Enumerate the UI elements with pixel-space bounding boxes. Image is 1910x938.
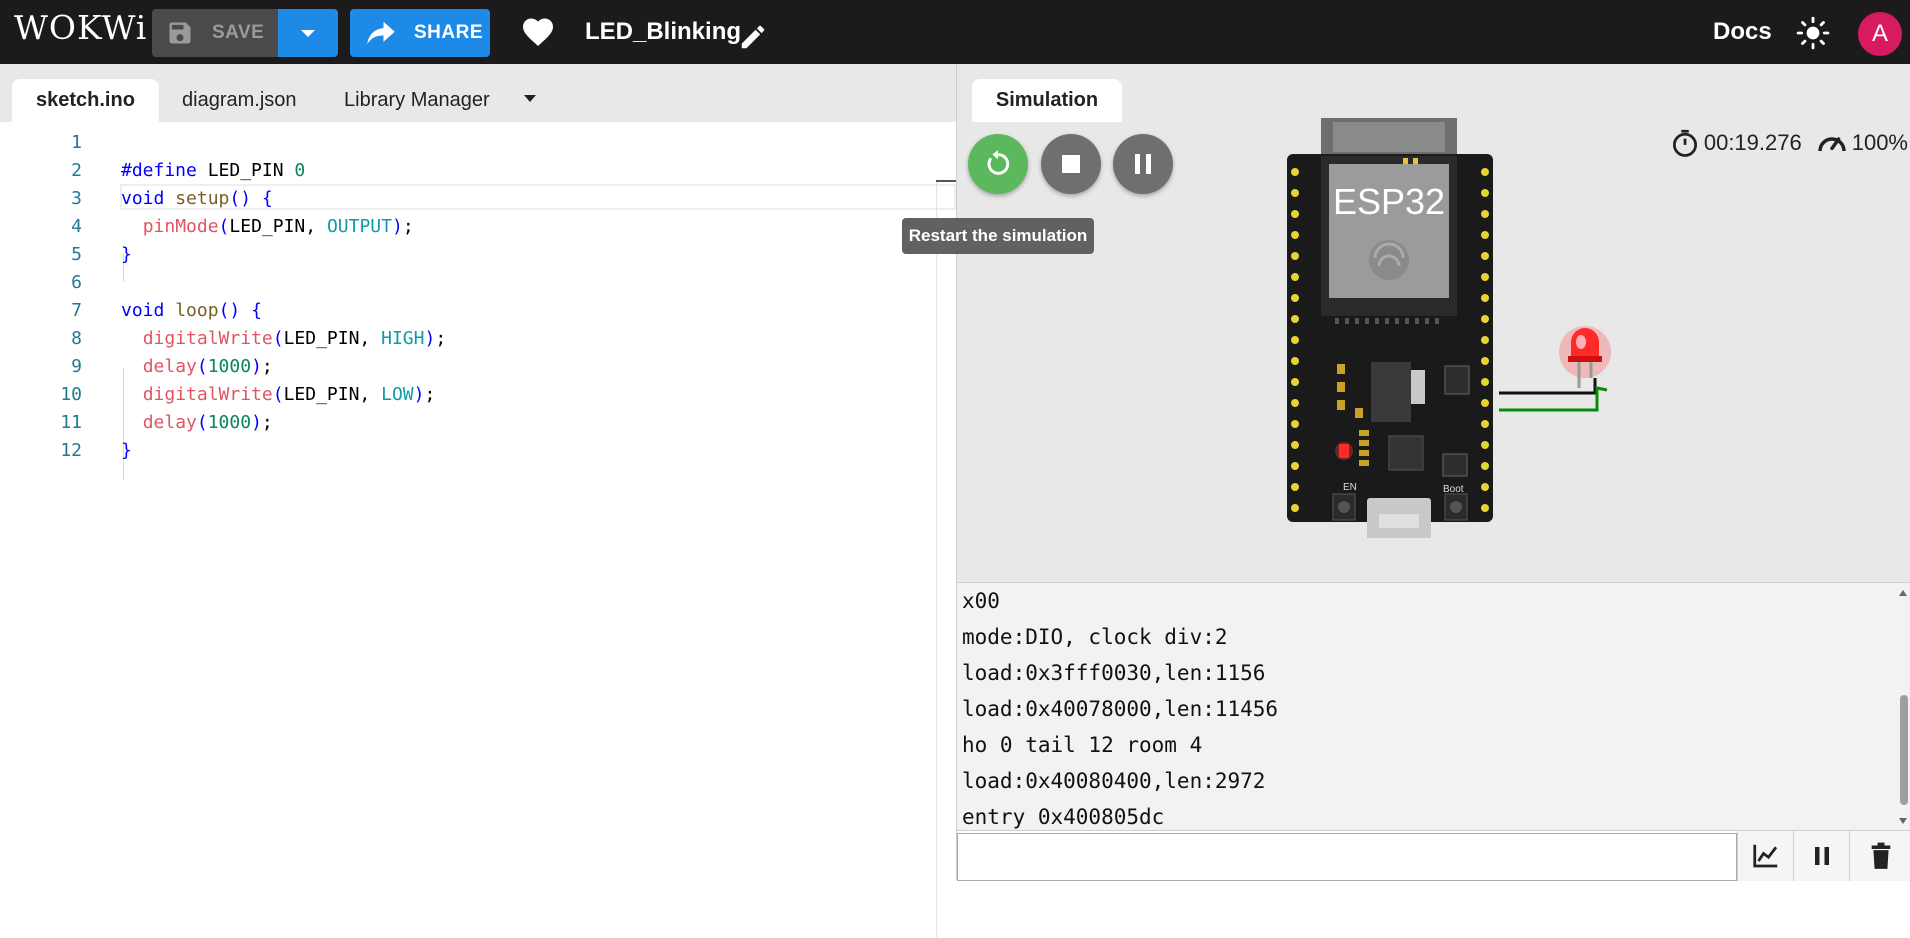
pause-icon (1814, 847, 1829, 865)
caret-down-icon (524, 95, 536, 102)
code-line: 6 (0, 268, 936, 296)
pencil-icon (741, 25, 765, 49)
project-name: LED_Blinking (585, 18, 742, 45)
plotter-button[interactable] (1737, 831, 1793, 881)
editor-panel: sketch.ino diagram.json Library Manager … (0, 64, 956, 938)
simulation-speed: 100% (1851, 130, 1908, 155)
serial-monitor-output[interactable]: x00 mode:DIO, clock div:2 load:0x3fff003… (957, 582, 1910, 830)
esp32-board[interactable]: ESP32 EN Boot (1283, 118, 1523, 542)
line-number: 10 (60, 383, 82, 405)
scroll-up-arrow-icon (1899, 590, 1907, 596)
stopwatch-icon (1672, 129, 1697, 157)
stop-simulation-button[interactable] (1041, 134, 1101, 194)
simulation-panel: Simulation Restart the simulation 00:19.… (902, 64, 1910, 881)
save-label: SAVE (212, 22, 265, 43)
serial-line: load:0x3fff0030,len:1156 (962, 661, 1266, 685)
scroll-down-arrow-icon (1899, 818, 1907, 824)
save-button[interactable]: SAVE (152, 9, 278, 57)
editor-ruler (936, 180, 937, 938)
code-line: 3 void setup() { (0, 184, 936, 212)
serial-line: entry 0x400805dc (962, 805, 1165, 829)
sun-icon (1796, 16, 1830, 50)
restart-icon (987, 150, 1010, 175)
tab-diagram-json[interactable]: diagram.json (158, 79, 321, 122)
serial-line: mode:DIO, clock div:2 (962, 625, 1228, 649)
line-number: 3 (71, 187, 82, 209)
pause-simulation-button[interactable] (1113, 134, 1173, 194)
line-number: 11 (60, 411, 82, 433)
share-arrow-icon (367, 21, 395, 45)
code-line: 9 delay(1000); (0, 352, 936, 380)
save-dropdown-button[interactable] (278, 9, 338, 57)
line-number: 4 (71, 215, 82, 237)
top-bar: WOKWi SAVE SHARE LED_Blinking Docs A (0, 0, 1910, 64)
clear-serial-button[interactable] (1849, 831, 1910, 881)
trash-icon (1871, 842, 1890, 869)
line-number: 5 (71, 243, 82, 265)
editor-scrollbar[interactable] (936, 180, 956, 182)
stop-icon (1062, 155, 1080, 173)
serial-line: load:0x40080400,len:2972 (962, 769, 1266, 793)
wokwi-logo[interactable]: WOKWi (14, 6, 147, 47)
caret-down-icon (301, 30, 315, 37)
code-line: 5} (0, 240, 936, 268)
line-number: 7 (71, 299, 82, 321)
chart-line-icon (1752, 844, 1777, 868)
tab-simulation[interactable]: Simulation (972, 79, 1122, 122)
floppy-disk-icon (169, 22, 191, 44)
line-number: 9 (71, 355, 82, 377)
tab-sketch-ino[interactable]: sketch.ino (12, 79, 159, 122)
theme-toggle[interactable] (1796, 16, 1830, 50)
editor-tabbar: sketch.ino diagram.json Library Manager (0, 64, 956, 122)
share-label: SHARE (414, 22, 484, 43)
serial-line: x00 (962, 589, 1000, 613)
serial-line: ho 0 tail 12 room 4 (962, 733, 1203, 757)
like-button[interactable] (520, 14, 556, 50)
simulation-timer: 00:19.276 100% (1670, 126, 1910, 160)
line-number: 12 (60, 439, 82, 461)
esp32-board-graphic: ESP32 EN Boot (1287, 118, 1493, 542)
heart-icon (523, 18, 553, 46)
code-line: 1 (0, 128, 936, 156)
board-label: ESP32 (1333, 181, 1445, 222)
scroll-thumb[interactable] (1900, 695, 1908, 805)
code-line: 11 delay(1000); (0, 408, 936, 436)
code-line: 10 digitalWrite(LED_PIN, LOW); (0, 380, 936, 408)
line-number: 6 (71, 271, 82, 293)
pause-serial-button[interactable] (1793, 831, 1849, 881)
serial-input-row (957, 830, 1910, 881)
restart-simulation-button[interactable] (968, 134, 1028, 194)
code-line: 2 #define LED_PIN 0 (0, 156, 936, 184)
user-avatar[interactable]: A (1858, 12, 1902, 56)
rename-project-button[interactable] (738, 22, 768, 52)
speedometer-icon (1817, 137, 1846, 152)
save-group: SAVE (152, 9, 338, 57)
line-number: 1 (71, 131, 82, 153)
code-line: 8 digitalWrite(LED_PIN, HIGH); (0, 324, 936, 352)
code-line: 4 pinMode(LED_PIN, OUTPUT); (0, 212, 936, 240)
serial-line: load:0x40078000,len:11456 (962, 697, 1279, 721)
line-number: 2 (71, 159, 82, 181)
share-button[interactable]: SHARE (350, 9, 490, 57)
restart-tooltip: Restart the simulation (902, 218, 1094, 254)
line-number: 8 (71, 327, 82, 349)
code-editor[interactable]: 1 2 #define LED_PIN 0 3 void setup() { 4 p… (0, 122, 956, 938)
serial-input[interactable] (957, 833, 1737, 881)
red-led[interactable] (1555, 326, 1615, 426)
code-line: 7 void loop() { (0, 296, 936, 324)
svg-text:EN: EN (1343, 482, 1357, 493)
simulation-time: 00:19.276 (1703, 130, 1802, 155)
led-graphic (1559, 326, 1611, 388)
code-line: 12} (0, 436, 936, 464)
docs-link[interactable]: Docs (1713, 18, 1772, 46)
pause-icon (1135, 154, 1151, 174)
serial-scrollbar[interactable] (1895, 583, 1910, 830)
tabs-menu-button[interactable] (520, 92, 540, 108)
svg-text:Boot: Boot (1443, 484, 1464, 495)
tab-library-manager[interactable]: Library Manager (320, 79, 514, 122)
